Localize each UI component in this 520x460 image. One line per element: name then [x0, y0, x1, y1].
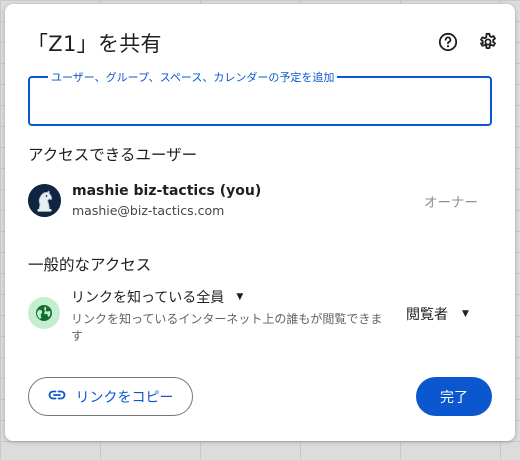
user-email: mashie@biz-tactics.com	[72, 203, 225, 218]
chevron-down-icon: ▼	[462, 309, 469, 319]
general-access-heading: 一般的なアクセス	[28, 256, 152, 274]
people-with-access-heading: アクセスできるユーザー	[28, 146, 198, 164]
avatar	[28, 184, 61, 217]
link-icon	[48, 386, 66, 408]
owner-role-label: オーナー	[424, 195, 478, 211]
role-dropdown[interactable]: 閲覧者 ▼	[406, 304, 469, 324]
copy-link-label: リンクをコピー	[75, 389, 174, 406]
done-button[interactable]: 完了	[416, 377, 492, 416]
dialog-title: 「Z1」を共有	[27, 32, 162, 56]
help-icon[interactable]	[437, 31, 459, 53]
share-dialog: 「Z1」を共有 ユーザー、グループ、スペース、カレンダーの予定を追加 アクセスで…	[5, 4, 515, 441]
globe-icon	[28, 297, 60, 329]
add-people-input[interactable]	[30, 78, 490, 124]
general-access-description: リンクを知っているインターネット上の誰もが閲覧できます	[71, 312, 383, 343]
role-value: 閲覧者	[406, 307, 448, 323]
add-people-field[interactable]: ユーザー、グループ、スペース、カレンダーの予定を追加	[28, 69, 492, 126]
general-access-value: リンクを知っている全員	[71, 290, 225, 306]
user-name: mashie biz-tactics (you)	[72, 183, 262, 199]
general-access-dropdown[interactable]: リンクを知っている全員 ▼	[71, 287, 243, 307]
chevron-down-icon: ▼	[236, 292, 244, 302]
gear-icon[interactable]	[477, 31, 499, 53]
copy-link-button[interactable]: リンクをコピー	[28, 377, 193, 416]
